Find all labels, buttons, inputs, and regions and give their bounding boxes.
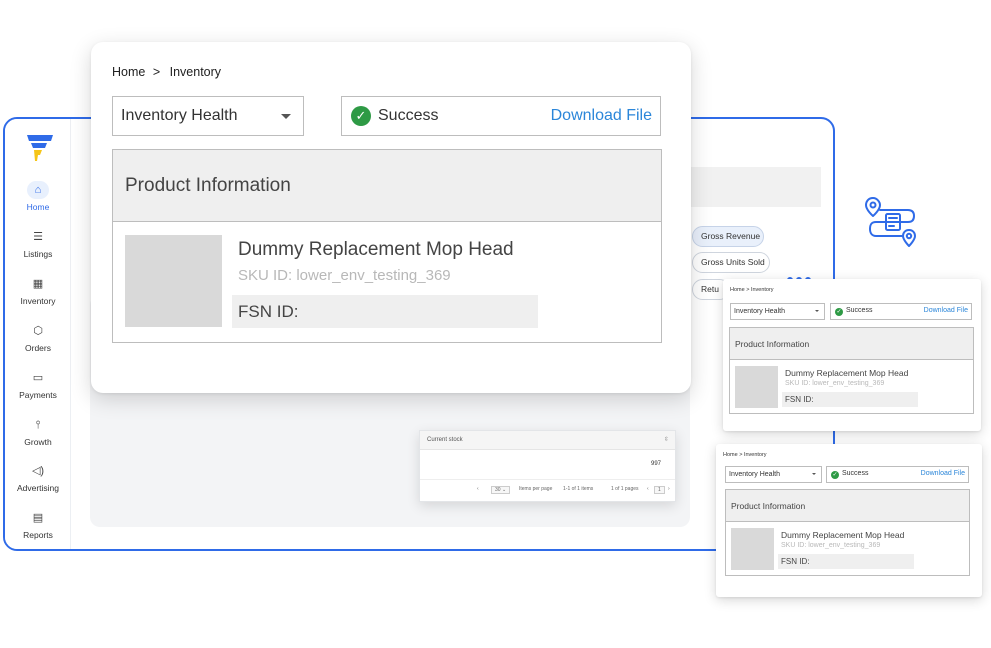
status-box: ✓ Success Download File [341,96,661,136]
breadcrumb: Home > Inventory [723,452,767,458]
sidebar-item-payments[interactable]: ▭ Payments [5,369,71,401]
sidebar-item-label: Home [26,202,50,212]
sidebar: ⌂ Home ☰ Listings ▦ Inventory ⬡ Orders ▭… [5,119,71,549]
report-type-value: Inventory Health [729,471,780,478]
report-type-select[interactable]: Inventory Health [730,303,825,320]
table-pagination: ‹ 30 ⌄ Items per page 1-1 of 1 items 1 o… [420,480,675,500]
card-icon: ▭ [32,372,44,384]
table-row: 997 [420,450,675,480]
download-file-link[interactable]: Download File [551,107,652,125]
megaphone-icon: ◁) [31,465,45,477]
sidebar-item-growth[interactable]: ⫯ Growth [5,416,71,448]
panel-title: Product Information [113,150,661,222]
inventory-health-mini-card: Home > Inventory Inventory Health ✓ Succ… [723,279,981,431]
chip-gross-revenue[interactable]: Gross Revenue [692,226,764,247]
product-sku: SKU ID: lower_env_testing_369 [781,542,881,549]
download-file-link[interactable]: Download File [924,307,968,314]
product-sku: SKU ID: lower_env_testing_369 [785,380,885,387]
product-fsn: FSN ID: [778,554,914,569]
logo-icon [27,135,53,161]
items-per-page-label: Items per page [519,486,553,492]
chevron-left-icon[interactable]: ‹ [647,486,649,492]
product-image-placeholder [125,235,222,327]
product-name: Dummy Replacement Mop Head [781,530,905,540]
items-range: 1-1 of 1 items [563,486,594,492]
breadcrumb: Home > Inventory [112,65,221,79]
inventory-health-card: Home > Inventory Inventory Health ✓ Succ… [91,42,691,393]
chevron-left-icon[interactable]: ‹ [477,486,479,492]
breadcrumb: Home > Inventory [730,287,774,293]
sidebar-item-orders[interactable]: ⬡ Orders [5,322,71,354]
breadcrumb-separator: > [152,65,161,79]
route-location-icon [865,197,916,247]
success-check-icon: ✓ [835,308,843,316]
product-image-placeholder [735,366,778,408]
current-stock-table: Current stock ⇳ 997 ‹ 30 ⌄ Items per pag… [419,430,676,502]
pages-count: 1 of 1 pages [611,486,639,492]
product-sku: SKU ID: lower_env_testing_369 [238,267,451,284]
sidebar-item-home[interactable]: ⌂ Home [5,181,71,213]
sidebar-item-label: Advertising [16,483,60,493]
chevron-right-icon[interactable]: › [668,486,670,492]
panel-title: Product Information [726,490,969,522]
report-type-value: Inventory Health [734,308,785,315]
download-file-link[interactable]: Download File [921,470,965,477]
sidebar-item-label: Orders [25,343,51,353]
product-name: Dummy Replacement Mop Head [238,239,514,260]
report-type-select[interactable]: Inventory Health [112,96,304,136]
column-header-current-stock: Current stock [427,437,463,443]
success-check-icon: ✓ [831,471,839,479]
box-icon: ⬡ [33,325,43,337]
sidebar-item-reports[interactable]: ▤ Reports [5,509,71,541]
dropdown-caret-icon [812,473,816,475]
dropdown-caret-icon [815,310,819,312]
product-fsn: FSN ID: [782,392,918,407]
per-page-select[interactable]: 30 ⌄ [491,486,511,494]
panel-title: Product Information [730,328,973,360]
page-number[interactable]: 1 [654,486,665,494]
sidebar-item-label: Listings [23,249,53,259]
report-type-select[interactable]: Inventory Health [725,466,822,483]
status-box: ✓ Success Download File [830,303,972,320]
sidebar-item-label: Payments [19,390,57,400]
report-icon: ▤ [32,512,44,524]
dropdown-caret-icon [281,114,291,119]
report-type-value: Inventory Health [121,107,238,124]
growth-icon: ⫯ [35,419,41,431]
product-information-panel: Product Information Dummy Replacement Mo… [729,327,974,414]
inventory-health-mini-card: Home > Inventory Inventory Health ✓ Succ… [716,444,982,597]
product-image-placeholder [731,528,774,570]
product-fsn: FSN ID: [232,295,538,328]
list-icon: ☰ [33,231,43,243]
sidebar-item-label: Growth [24,437,52,447]
success-check-icon: ✓ [351,106,371,126]
home-icon: ⌂ [27,181,49,199]
product-information-panel: Product Information Dummy Replacement Mo… [112,149,662,343]
product-name: Dummy Replacement Mop Head [785,368,909,378]
sidebar-item-listings[interactable]: ☰ Listings [5,228,71,260]
warehouse-icon: ▦ [32,278,44,290]
status-label: Success [842,470,869,477]
breadcrumb-current: Inventory [169,65,222,79]
status-box: ✓ Success Download File [826,466,969,483]
product-information-panel: Product Information Dummy Replacement Mo… [725,489,970,576]
dashboard-header-strip [690,167,821,207]
breadcrumb-home[interactable]: Home [112,65,145,79]
sidebar-item-inventory[interactable]: ▦ Inventory [5,275,71,307]
sort-icon[interactable]: ⇳ [664,431,669,450]
sidebar-item-label: Reports [23,530,53,540]
status-label: Success [378,107,439,124]
status-label: Success [846,307,873,314]
table-header[interactable]: Current stock ⇳ [420,431,675,450]
sidebar-item-advertising[interactable]: ◁) Advertising [5,462,71,494]
sidebar-item-label: Inventory [20,296,56,306]
stock-value: 997 [650,461,661,467]
chip-gross-units-sold[interactable]: Gross Units Sold [692,252,770,273]
per-page-value: 30 [495,487,501,493]
